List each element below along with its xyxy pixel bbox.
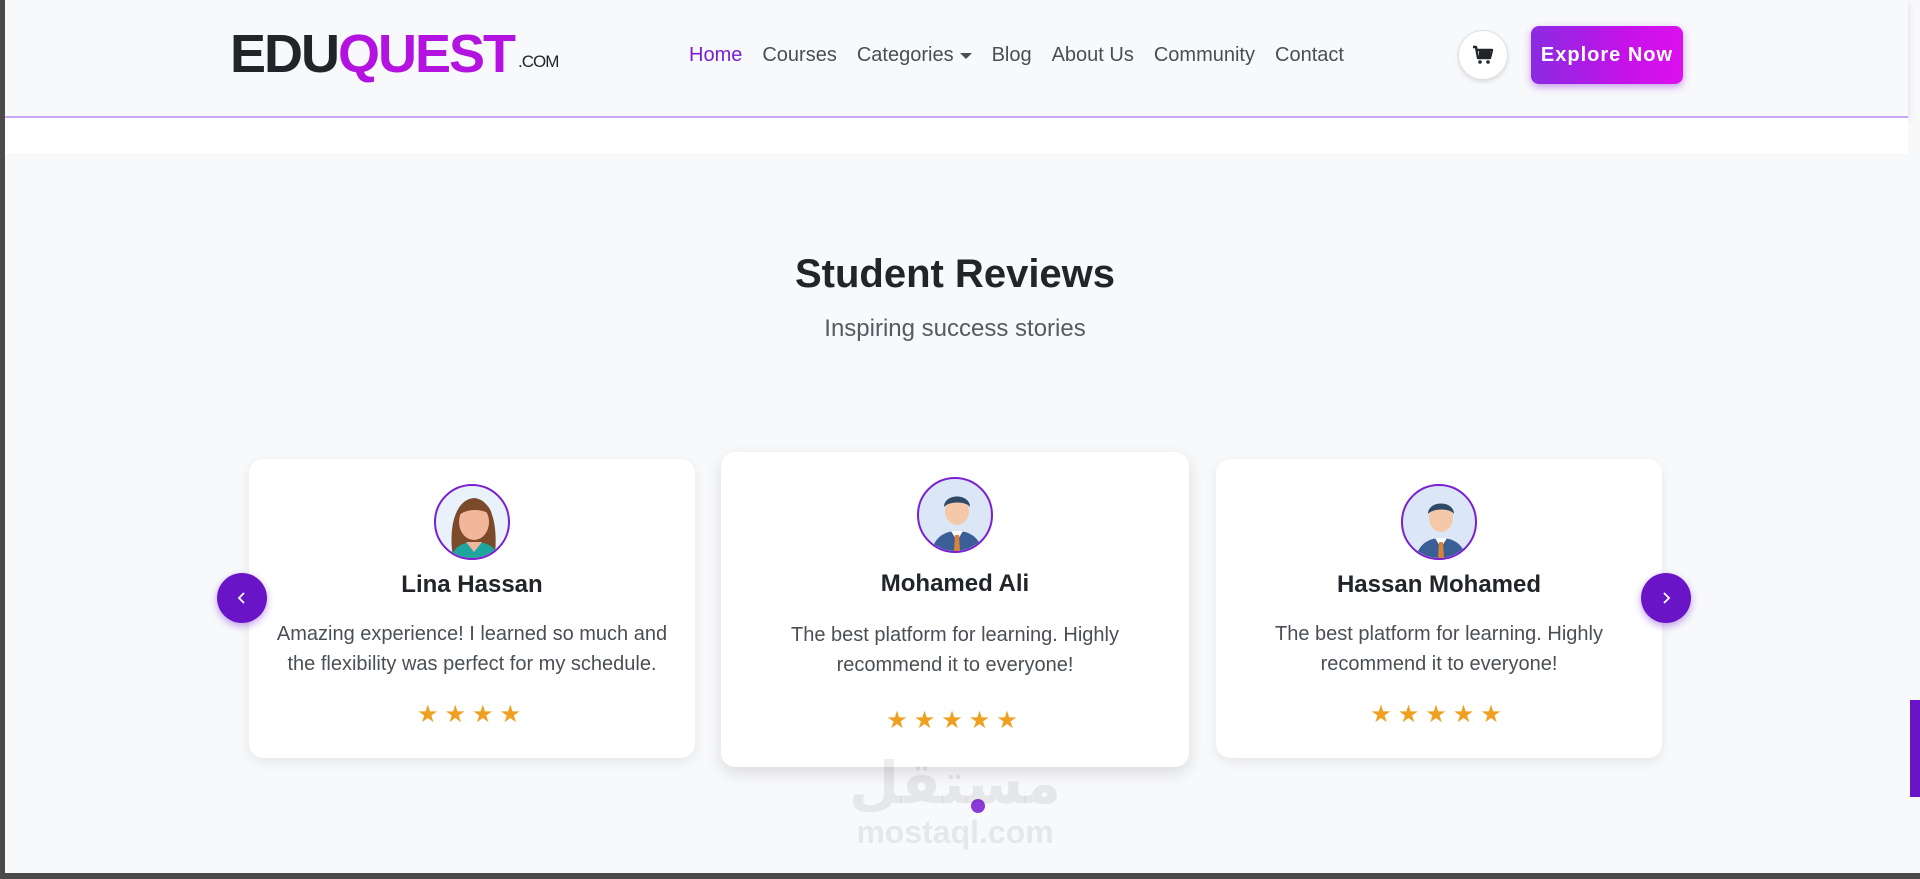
chevron-right-icon xyxy=(1663,592,1671,604)
brand-logo[interactable]: EDU QUEST .COM xyxy=(230,24,559,84)
female-avatar-icon xyxy=(450,498,500,558)
nav-link-categories-label: Categories xyxy=(856,44,954,66)
chevron-left-icon xyxy=(237,592,245,604)
header-spacer xyxy=(5,118,1908,154)
caret-down-icon xyxy=(959,52,972,59)
nav-link-contact[interactable]: Contact xyxy=(1265,40,1354,70)
reviewer-name: Mohamed Ali xyxy=(880,570,1030,597)
avatar-hassan xyxy=(1401,484,1477,560)
star-rating: ★★★★★ xyxy=(1370,701,1508,728)
explore-now-button[interactable]: Explore Now xyxy=(1531,26,1683,84)
carousel-dot-active[interactable] xyxy=(971,799,985,813)
review-text: The best platform for learning. Highly r… xyxy=(1275,623,1603,675)
male-avatar-icon xyxy=(931,496,983,551)
reviewer-name: Hassan Mohamed xyxy=(1336,571,1542,598)
watermark-latin: mostaql.com xyxy=(856,814,1054,850)
navbar: EDU QUEST .COM Home Courses Categories B… xyxy=(5,0,1908,118)
review-card-2: Mohamed Ali The best platform for learni… xyxy=(721,452,1189,767)
cart-icon xyxy=(1473,45,1494,64)
carousel-prev-button[interactable] xyxy=(217,573,267,623)
review-text: The best platform for learning. Highly r… xyxy=(791,624,1119,676)
male-avatar-icon xyxy=(1415,503,1467,558)
nav-link-community[interactable]: Community xyxy=(1144,40,1265,70)
page: EDU QUEST .COM Home Courses Categories B… xyxy=(5,0,1920,873)
brand-com: .COM xyxy=(518,52,559,71)
review-card-1: Lina Hassan Amazing experience! I learne… xyxy=(249,459,695,758)
nav-links: Home Courses Categories Blog About Us Co… xyxy=(679,40,1354,70)
review-text: Amazing experience! I learned so much an… xyxy=(276,623,668,675)
carousel-next-button[interactable] xyxy=(1641,573,1691,623)
reviewer-name: Lina Hassan xyxy=(401,571,543,598)
star-rating: ★★★★★ xyxy=(886,707,1024,734)
star-rating: ★★★★ xyxy=(416,701,528,728)
nav-link-about[interactable]: About Us xyxy=(1042,40,1144,70)
brand-quest: QUEST xyxy=(338,24,516,84)
review-card-3: Hassan Mohamed The best platform for lea… xyxy=(1216,459,1662,758)
scrollbar-thumb[interactable] xyxy=(1910,700,1920,797)
section-subtitle: Inspiring success stories xyxy=(824,315,1086,342)
brand-edu: EDU xyxy=(230,24,340,84)
nav-link-home[interactable]: Home xyxy=(679,40,752,70)
avatar-lina xyxy=(434,484,510,560)
nav-link-blog[interactable]: Blog xyxy=(982,40,1042,70)
cart-button[interactable] xyxy=(1458,30,1508,80)
avatar-mohamed xyxy=(917,477,993,553)
nav-link-categories[interactable]: Categories xyxy=(847,40,982,70)
nav-link-courses[interactable]: Courses xyxy=(752,40,846,70)
section-title: Student Reviews xyxy=(794,252,1116,296)
mostaql-watermark: مستقل mostaql.com xyxy=(815,752,1095,862)
